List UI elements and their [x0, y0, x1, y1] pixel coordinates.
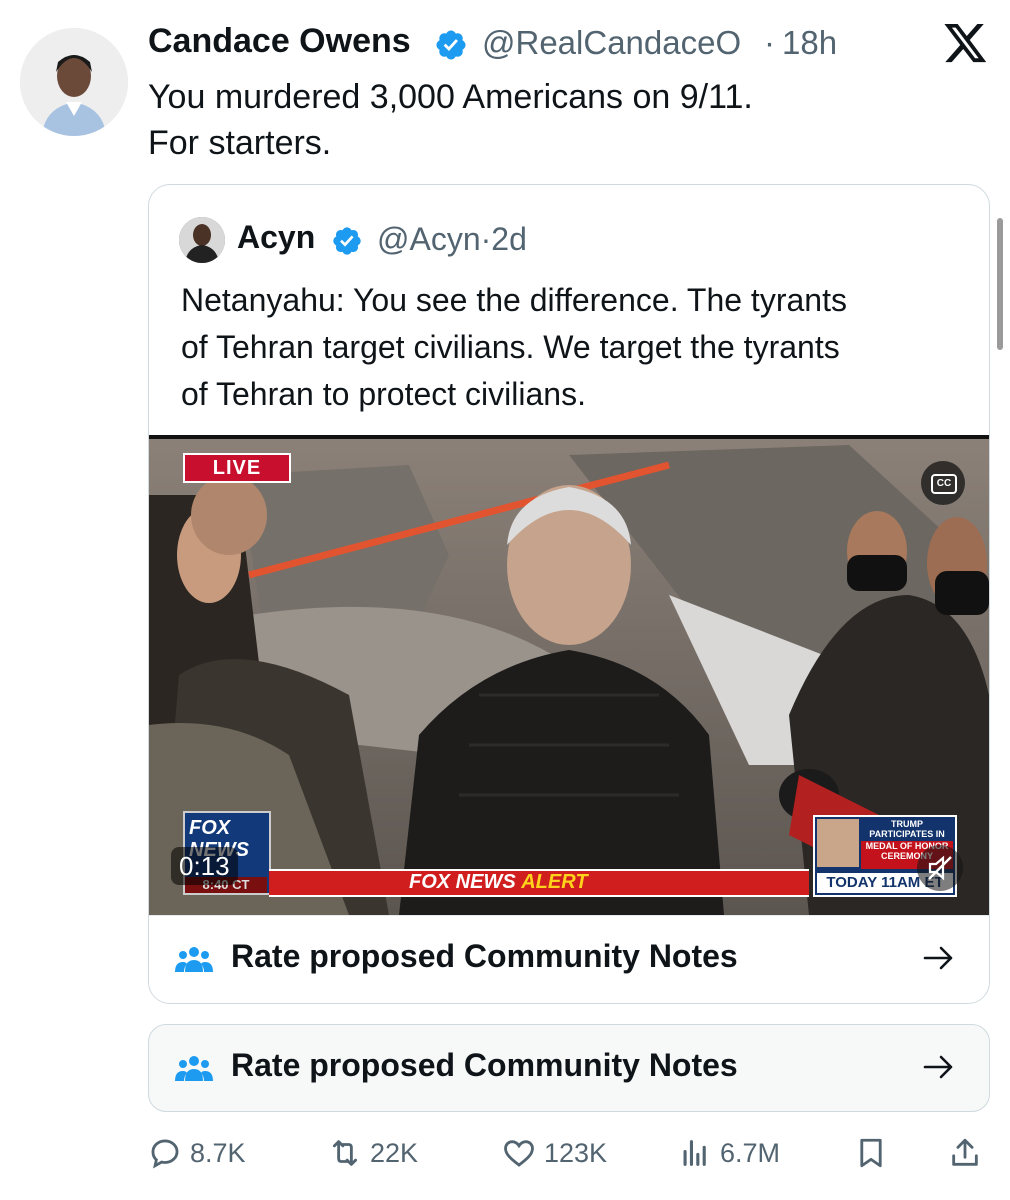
quoted-text-line: Netanyahu: You see the difference. The t…	[181, 282, 847, 318]
quoted-text-line: of Tehran target civilians. We target th…	[181, 329, 840, 365]
bookmark-button[interactable]	[854, 1130, 888, 1176]
views-count: 6.7M	[720, 1137, 781, 1168]
quoted-author-name[interactable]: Acyn	[237, 219, 315, 256]
reply-icon	[151, 1139, 179, 1169]
people-icon	[175, 947, 213, 972]
promo-photo	[817, 819, 859, 867]
reply-button[interactable]: 8.7K	[148, 1130, 246, 1176]
author-name[interactable]: Candace Owens	[148, 22, 411, 61]
video-timer: 0:13	[171, 847, 238, 885]
mute-button[interactable]	[917, 845, 963, 891]
verified-badge-icon	[436, 30, 466, 60]
alert-prefix: FOX NEWS	[409, 871, 516, 893]
quoted-author-avatar[interactable]	[179, 217, 225, 263]
repost-icon	[332, 1140, 358, 1166]
quoted-tweet-text: Netanyahu: You see the difference. The t…	[181, 277, 971, 418]
like-count: 123K	[544, 1137, 608, 1168]
reply-count: 8.7K	[190, 1137, 246, 1168]
quoted-tweet-time[interactable]: 2d	[491, 221, 527, 257]
quoted-tweet-card[interactable]: Acyn @Acyn·2d Netanyahu: You see the dif…	[148, 184, 990, 1004]
tweet-text: You murdered 3,000 Americans on 9/11. Fo…	[148, 74, 948, 166]
alert-word: ALERT	[521, 871, 588, 893]
cc-button[interactable]: CC	[921, 461, 965, 505]
quoted-handle-text[interactable]: @Acyn	[377, 221, 481, 257]
share-button[interactable]	[948, 1130, 982, 1176]
community-notes-row[interactable]: Rate proposed Community Notes	[148, 1024, 990, 1112]
author-handle[interactable]: @RealCandaceO	[482, 24, 741, 62]
alert-text: FOX NEWS ALERT	[409, 869, 588, 895]
author-avatar[interactable]	[20, 28, 128, 136]
separator-dot: ·	[480, 221, 492, 257]
community-notes-label[interactable]: Rate proposed Community Notes	[231, 938, 738, 975]
network-logo-top: FOX	[189, 817, 231, 839]
views-icon	[683, 1140, 706, 1166]
quoted-text-line: of Tehran to protect civilians.	[181, 376, 586, 412]
live-badge: LIVE	[183, 453, 291, 483]
promo-top: TRUMP PARTICIPATES IN	[869, 819, 945, 839]
x-logo-icon	[944, 24, 987, 63]
views-button[interactable]: 6.7M	[678, 1130, 780, 1176]
tweet-time[interactable]: 18h	[782, 24, 837, 62]
verified-badge-icon	[333, 227, 361, 255]
community-notes-row[interactable]: Rate proposed Community Notes	[149, 915, 989, 1003]
quoted-author-handle[interactable]: @Acyn·2d	[377, 221, 527, 258]
like-icon	[504, 1140, 534, 1167]
repost-button[interactable]: 22K	[328, 1130, 418, 1176]
tweet-text-line: For starters.	[148, 124, 332, 162]
share-icon	[952, 1138, 978, 1166]
tweet-text-line: You murdered 3,000 Americans on 9/11.	[148, 78, 753, 116]
cc-icon: CC	[931, 474, 957, 494]
scrollbar-thumb[interactable]	[997, 218, 1003, 350]
like-button[interactable]: 123K	[502, 1130, 607, 1176]
arrow-right-icon	[923, 1055, 953, 1079]
people-icon	[175, 1056, 213, 1081]
repost-count: 22K	[370, 1137, 419, 1168]
bookmark-icon	[860, 1138, 882, 1168]
mute-icon	[928, 855, 952, 881]
separator-dot: ·	[764, 24, 775, 61]
community-notes-label[interactable]: Rate proposed Community Notes	[231, 1047, 738, 1084]
video-player[interactable]: LIVE CC FOX NEWS 8:40 CT FOX NEWS ALERT …	[149, 435, 989, 915]
arrow-right-icon	[923, 946, 953, 970]
